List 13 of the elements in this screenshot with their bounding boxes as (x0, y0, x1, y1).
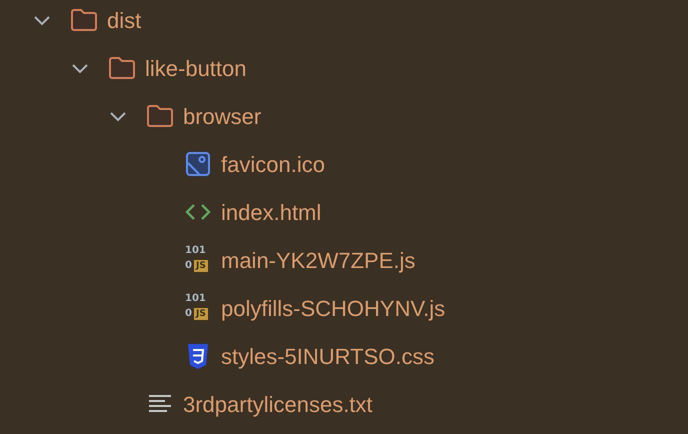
file-name[interactable]: index.html (221, 196, 322, 228)
folder-icon (108, 54, 136, 82)
file-name[interactable]: styles-5INURTSO.css (221, 340, 435, 372)
folder-icon (70, 6, 98, 34)
folder-name[interactable]: browser (183, 100, 262, 132)
folder-icon (146, 102, 174, 130)
file-name[interactable]: polyfills-SCHOHYNV.js (221, 292, 446, 324)
folder-name[interactable]: like-button (145, 52, 247, 84)
file-name[interactable]: 3rdpartylicenses.txt (183, 388, 373, 420)
folder-name[interactable]: dist (107, 4, 142, 36)
image-file-icon (184, 150, 212, 178)
file-name[interactable]: main-YK2W7ZPE.js (221, 244, 416, 276)
file-name[interactable]: favicon.ico (221, 148, 325, 180)
